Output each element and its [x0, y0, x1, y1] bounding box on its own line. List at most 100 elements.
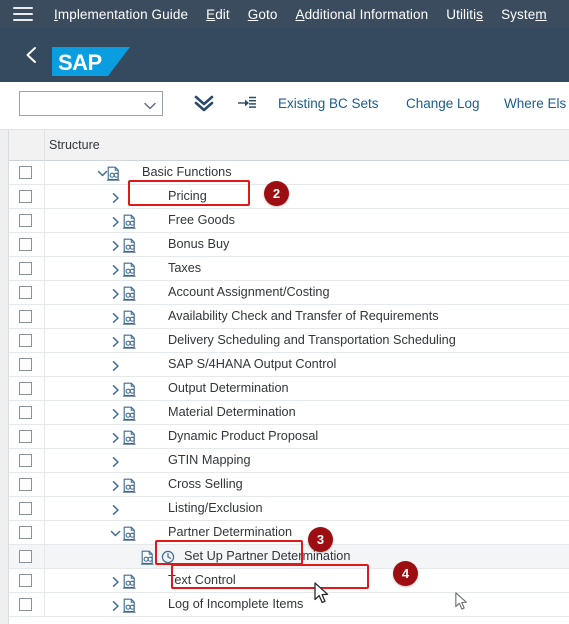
table-row[interactable]: Set Up Partner Determination: [9, 545, 569, 569]
tree-node-label[interactable]: Pricing: [168, 189, 207, 203]
tree-toggle-collapsed-icon[interactable]: [110, 383, 121, 395]
tree-toggle-collapsed-icon[interactable]: [110, 479, 121, 491]
row-checkbox[interactable]: [19, 574, 32, 587]
row-checkbox-cell: [9, 497, 45, 520]
double-chevron-down-icon[interactable]: [192, 92, 216, 119]
row-checkbox[interactable]: [19, 238, 32, 251]
row-checkbox[interactable]: [19, 262, 32, 275]
table-row[interactable]: Dynamic Product Proposal: [9, 425, 569, 449]
tree-toggle-collapsed-icon[interactable]: [110, 335, 121, 347]
tree-node-label[interactable]: Taxes: [168, 261, 201, 275]
row-checkbox[interactable]: [19, 406, 32, 419]
back-chevron-icon[interactable]: [21, 44, 43, 66]
tree-node-label[interactable]: Set Up Partner Determination: [184, 549, 350, 563]
table-row[interactable]: Listing/Exclusion: [9, 497, 569, 521]
existing-bc-sets-button[interactable]: Existing BC Sets: [278, 96, 379, 111]
tree-node-label[interactable]: Basic Functions: [142, 165, 232, 179]
hamburger-menu-icon[interactable]: [13, 7, 33, 21]
row-checkbox[interactable]: [19, 334, 32, 347]
menu-accel-char: A: [295, 6, 305, 22]
menu-item-additional-information[interactable]: Additional Information: [286, 7, 437, 22]
tree-toggle-collapsed-icon[interactable]: [110, 263, 121, 275]
table-row[interactable]: Log of Incomplete Items: [9, 593, 569, 617]
img-activity-document-icon: [122, 214, 137, 229]
tree-node-label[interactable]: Material Determination: [168, 405, 296, 419]
tree-node-label[interactable]: Text Control: [168, 573, 236, 587]
row-checkbox[interactable]: [19, 382, 32, 395]
table-row[interactable]: Account Assignment/Costing: [9, 281, 569, 305]
tree-node-label[interactable]: Free Goods: [168, 213, 235, 227]
tree-toggle-collapsed-icon[interactable]: [110, 503, 121, 515]
menu-item-implementation-guide[interactable]: Implementation Guide: [45, 7, 197, 22]
table-row[interactable]: Partner Determination: [9, 521, 569, 545]
row-checkbox[interactable]: [19, 550, 32, 563]
tree-node-label[interactable]: Listing/Exclusion: [168, 501, 263, 515]
table-row[interactable]: Availability Check and Transfer of Requi…: [9, 305, 569, 329]
tree-toggle-collapsed-icon[interactable]: [110, 359, 121, 371]
menu-item-edit[interactable]: Edit: [197, 7, 239, 22]
row-checkbox[interactable]: [19, 478, 32, 491]
tree-node-label[interactable]: Availability Check and Transfer of Requi…: [168, 309, 439, 323]
row-checkbox[interactable]: [19, 430, 32, 443]
tree-node-label[interactable]: Delivery Scheduling and Transportation S…: [168, 333, 456, 347]
menu-item-system[interactable]: System: [492, 7, 556, 22]
tree-toggle-collapsed-icon[interactable]: [110, 599, 121, 611]
shell-header: SAP: [0, 28, 569, 82]
tree-node-label[interactable]: Output Determination: [168, 381, 289, 395]
table-row[interactable]: Free Goods: [9, 209, 569, 233]
tree-node-label[interactable]: Bonus Buy: [168, 237, 229, 251]
table-row[interactable]: GTIN Mapping: [9, 449, 569, 473]
row-checkbox-cell: [9, 545, 45, 568]
table-row[interactable]: Pricing: [9, 185, 569, 209]
tree-toggle-collapsed-icon[interactable]: [110, 431, 121, 443]
tree-toggle-collapsed-icon[interactable]: [110, 407, 121, 419]
row-checkbox[interactable]: [19, 598, 32, 611]
expand-to-list-icon[interactable]: [237, 96, 257, 115]
tree-node-label[interactable]: Cross Selling: [168, 477, 243, 491]
tree-node-label[interactable]: Dynamic Product Proposal: [168, 429, 318, 443]
menu-item-label: oto: [258, 6, 278, 22]
tree-toggle-collapsed-icon[interactable]: [110, 455, 121, 467]
tree-toggle-collapsed-icon[interactable]: [110, 287, 121, 299]
row-checkbox[interactable]: [19, 454, 32, 467]
where-else-used-button[interactable]: Where Els: [504, 96, 566, 111]
img-activity-document-icon: [122, 310, 137, 325]
table-row[interactable]: Taxes: [9, 257, 569, 281]
menu-item-goto[interactable]: Goto: [239, 7, 287, 22]
tree-toggle-collapsed-icon[interactable]: [110, 215, 121, 227]
menu-item-label: Utiliti: [446, 6, 477, 22]
tree-toggle-collapsed-icon[interactable]: [110, 239, 121, 251]
tree-node-label[interactable]: Log of Incomplete Items: [168, 597, 303, 611]
table-row[interactable]: Cross Selling: [9, 473, 569, 497]
change-log-button[interactable]: Change Log: [406, 96, 480, 111]
table-row[interactable]: Output Determination: [9, 377, 569, 401]
tree-node-label[interactable]: GTIN Mapping: [168, 453, 251, 467]
row-checkbox[interactable]: [19, 526, 32, 539]
row-checkbox[interactable]: [19, 190, 32, 203]
row-checkbox[interactable]: [19, 286, 32, 299]
sap-logo: SAP: [52, 47, 130, 76]
row-checkbox-cell: [9, 377, 45, 400]
tree-node-label[interactable]: Account Assignment/Costing: [168, 285, 330, 299]
table-row[interactable]: Bonus Buy: [9, 233, 569, 257]
row-checkbox[interactable]: [19, 310, 32, 323]
table-row[interactable]: Basic Functions: [9, 161, 569, 185]
row-checkbox[interactable]: [19, 502, 32, 515]
row-checkbox[interactable]: [19, 214, 32, 227]
row-checkbox[interactable]: [19, 358, 32, 371]
table-row[interactable]: SAP S/4HANA Output Control: [9, 353, 569, 377]
menu-item-utilities[interactable]: Utilitis: [437, 7, 492, 22]
menu-item-label: Syste: [501, 6, 536, 22]
tree-toggle-expanded-icon[interactable]: [110, 527, 121, 539]
tree-node-label[interactable]: SAP S/4HANA Output Control: [168, 357, 336, 371]
tree-toggle-collapsed-icon[interactable]: [110, 575, 121, 587]
table-row[interactable]: Delivery Scheduling and Transportation S…: [9, 329, 569, 353]
row-checkbox-cell: [9, 281, 45, 304]
tree-toggle-collapsed-icon[interactable]: [110, 191, 121, 203]
row-checkbox[interactable]: [19, 166, 32, 179]
tree-node-label[interactable]: Partner Determination: [168, 525, 292, 539]
table-row[interactable]: Material Determination: [9, 401, 569, 425]
search-help-select[interactable]: [19, 91, 163, 116]
tree-toggle-collapsed-icon[interactable]: [110, 311, 121, 323]
table-row[interactable]: Text Control: [9, 569, 569, 593]
